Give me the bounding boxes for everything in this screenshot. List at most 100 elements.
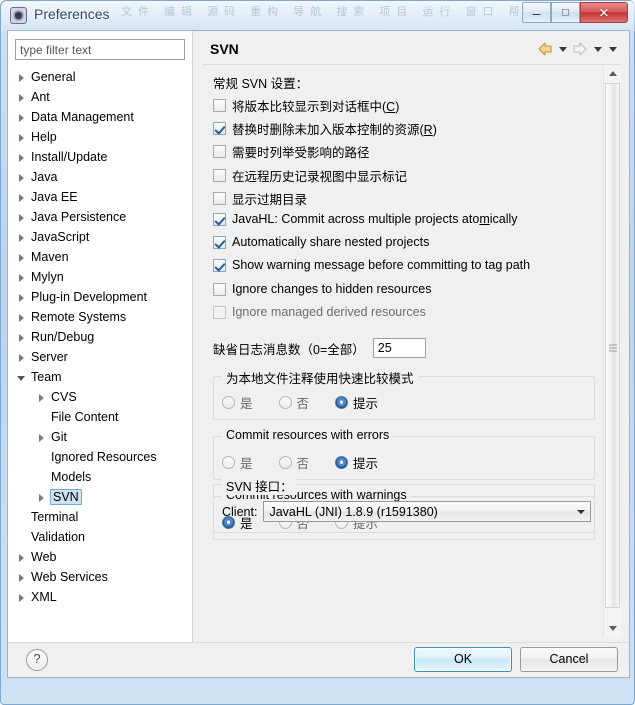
back-history-dropdown-icon[interactable]	[556, 41, 569, 57]
checkbox-checked-icon[interactable]	[213, 122, 226, 135]
svn-client-combobox[interactable]: JavaHL (JNI) 1.8.9 (r1591380)	[263, 501, 592, 522]
sidebar-item-web[interactable]: Web	[8, 547, 192, 567]
sidebar-item-cvs[interactable]: CVS	[8, 387, 192, 407]
chevron-right-icon[interactable]	[36, 432, 47, 443]
sidebar-item-terminal[interactable]: Terminal	[8, 507, 192, 527]
sidebar-item-install-update[interactable]: Install/Update	[8, 147, 192, 167]
sidebar-item-plug-in-development[interactable]: Plug-in Development	[8, 287, 192, 307]
chevron-right-icon[interactable]	[16, 132, 27, 143]
ok-button[interactable]: OK	[414, 647, 512, 672]
chevron-right-icon[interactable]	[16, 152, 27, 163]
radio-unselected-icon[interactable]	[278, 396, 292, 409]
chevron-right-icon[interactable]	[16, 272, 27, 283]
filter-input[interactable]	[15, 39, 185, 60]
sidebar-item-xml[interactable]: XML	[8, 587, 192, 607]
scroll-up-button[interactable]	[604, 65, 621, 82]
default-log-count-input[interactable]	[372, 338, 426, 358]
chevron-right-icon[interactable]	[16, 72, 27, 83]
chevron-right-icon[interactable]	[36, 492, 47, 503]
radio-option-2[interactable]: 提示	[335, 453, 378, 472]
checkbox-row-4[interactable]: 显示过期目录	[213, 189, 307, 208]
radio-selected-icon[interactable]	[335, 396, 349, 409]
radio-option-0[interactable]: 是	[222, 393, 253, 412]
radio-unselected-icon[interactable]	[222, 396, 235, 409]
close-button[interactable]: ✕	[580, 2, 628, 23]
sidebar-item-general[interactable]: General	[8, 67, 192, 87]
maximize-button[interactable]: □	[551, 2, 580, 23]
sidebar-item-java[interactable]: Java	[8, 167, 192, 187]
chevron-right-icon[interactable]	[16, 312, 27, 323]
minimize-button[interactable]: –	[522, 2, 551, 23]
chevron-right-icon[interactable]	[16, 332, 27, 343]
help-button[interactable]: ?	[26, 649, 48, 671]
checkbox-row-1[interactable]: 替换时删除未加入版本控制的资源(R)	[213, 119, 437, 138]
chevron-right-icon[interactable]	[16, 252, 27, 263]
checkbox-unchecked-icon[interactable]	[213, 282, 226, 296]
sidebar-item-ignored-resources[interactable]: Ignored Resources	[8, 447, 192, 467]
sidebar-item-server[interactable]: Server	[8, 347, 192, 367]
checkbox-checked-icon[interactable]	[213, 212, 226, 226]
sidebar-item-data-management[interactable]: Data Management	[8, 107, 192, 127]
checkbox-row-8[interactable]: Ignore changes to hidden resources	[213, 282, 431, 296]
sidebar-item-maven[interactable]: Maven	[8, 247, 192, 267]
checkbox-unchecked-icon[interactable]	[213, 145, 226, 158]
sidebar-item-javascript[interactable]: JavaScript	[8, 227, 192, 247]
chevron-right-icon[interactable]	[16, 232, 27, 243]
checkbox-checked-icon[interactable]	[213, 258, 226, 272]
radio-option-2[interactable]: 提示	[335, 393, 378, 412]
radio-option-1[interactable]: 否	[278, 393, 309, 412]
chevron-right-icon[interactable]	[16, 212, 27, 223]
radio-selected-icon[interactable]	[335, 456, 349, 469]
back-arrow-icon[interactable]	[536, 41, 554, 57]
sidebar-item-web-services[interactable]: Web Services	[8, 567, 192, 587]
scroll-down-button[interactable]	[604, 620, 621, 637]
sidebar-item-mylyn[interactable]: Mylyn	[8, 267, 192, 287]
sidebar-item-remote-systems[interactable]: Remote Systems	[8, 307, 192, 327]
sidebar-item-file-content[interactable]: File Content	[8, 407, 192, 427]
sidebar-item-help[interactable]: Help	[8, 127, 192, 147]
radio-unselected-icon[interactable]	[278, 456, 292, 469]
chevron-right-icon[interactable]	[16, 92, 27, 103]
checkbox-row-9[interactable]: Ignore managed derived resources	[213, 305, 426, 319]
chevron-right-icon[interactable]	[16, 192, 27, 203]
checkbox-unchecked-icon[interactable]	[213, 192, 226, 205]
forward-history-dropdown-icon[interactable]	[591, 41, 604, 57]
checkbox-unchecked-icon[interactable]	[213, 305, 226, 319]
checkbox-row-5[interactable]: JavaHL: Commit across multiple projects …	[213, 212, 518, 226]
sidebar-item-ant[interactable]: Ant	[8, 87, 192, 107]
chevron-right-icon[interactable]	[16, 592, 27, 603]
chevron-right-icon[interactable]	[36, 392, 47, 403]
sidebar-item-team[interactable]: Team	[8, 367, 192, 387]
checkbox-row-0[interactable]: 将版本比较显示到对话框中(C)	[213, 96, 399, 115]
checkbox-checked-icon[interactable]	[213, 235, 226, 249]
svn-client-label: Client:	[222, 504, 258, 519]
sidebar-item-label: Run/Debug	[31, 330, 95, 344]
radio-option-0[interactable]: 是	[222, 453, 253, 472]
chevron-down-icon[interactable]	[16, 372, 27, 383]
page-menu-dropdown-icon[interactable]	[606, 41, 619, 57]
sidebar-item-svn[interactable]: SVN	[8, 487, 192, 507]
checkbox-row-3[interactable]: 在远程历史记录视图中显示标记	[213, 166, 407, 185]
checkbox-row-7[interactable]: Show warning message before committing t…	[213, 258, 530, 272]
radio-unselected-icon[interactable]	[222, 456, 235, 469]
chevron-right-icon[interactable]	[16, 172, 27, 183]
checkbox-row-6[interactable]: Automatically share nested projects	[213, 235, 429, 249]
cancel-button[interactable]: Cancel	[520, 647, 618, 672]
chevron-right-icon[interactable]	[16, 352, 27, 363]
checkbox-row-2[interactable]: 需要时列举受影响的路径	[213, 142, 370, 161]
checkbox-unchecked-icon[interactable]	[213, 99, 226, 112]
chevron-right-icon[interactable]	[16, 552, 27, 563]
chevron-right-icon[interactable]	[16, 292, 27, 303]
sidebar-item-git[interactable]: Git	[8, 427, 192, 447]
scrollbar-thumb[interactable]	[605, 83, 620, 608]
sidebar-item-run-debug[interactable]: Run/Debug	[8, 327, 192, 347]
sidebar-item-java-persistence[interactable]: Java Persistence	[8, 207, 192, 227]
chevron-right-icon[interactable]	[16, 112, 27, 123]
sidebar-item-java-ee[interactable]: Java EE	[8, 187, 192, 207]
sidebar-item-models[interactable]: Models	[8, 467, 192, 487]
checkbox-unchecked-icon[interactable]	[213, 169, 226, 182]
chevron-right-icon[interactable]	[16, 572, 27, 583]
sidebar-item-validation[interactable]: Validation	[8, 527, 192, 547]
radio-option-1[interactable]: 否	[278, 453, 309, 472]
page-vertical-scrollbar[interactable]	[603, 65, 621, 637]
